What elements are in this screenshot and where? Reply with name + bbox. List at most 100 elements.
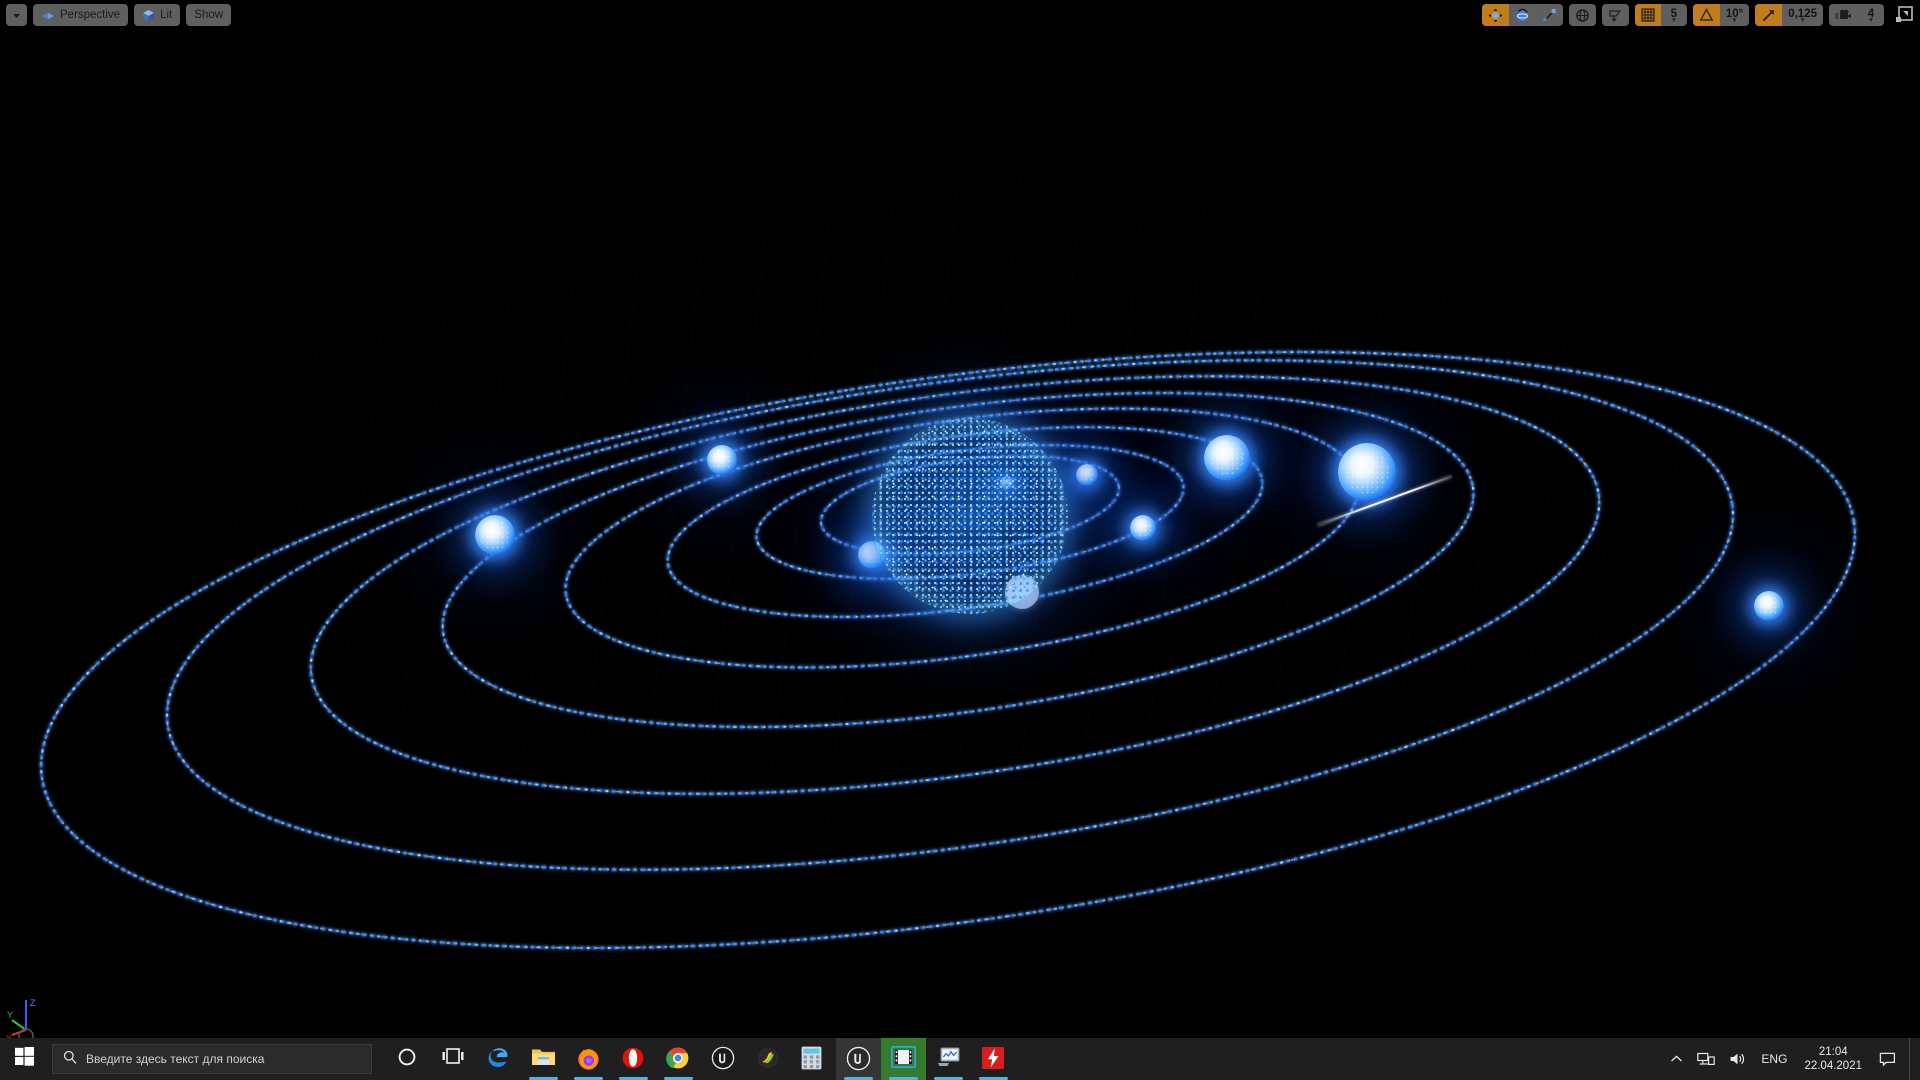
monitor-chart-icon	[936, 1046, 962, 1072]
star-rim-glow	[872, 418, 1068, 614]
search-input[interactable]: Введите здесь текст для поиска	[52, 1044, 372, 1074]
planet-orb-mid-right[interactable]	[1130, 515, 1156, 541]
grid-snap-group: 5 ▾	[1634, 4, 1687, 26]
angle-snap-value[interactable]: 10° ▾	[1720, 4, 1749, 26]
edge-icon	[486, 1046, 512, 1072]
search-placeholder: Введите здесь текст для поиска	[86, 1052, 265, 1066]
tray-language[interactable]: ENG	[1754, 1038, 1794, 1080]
orb-speckle-texture	[1757, 594, 1781, 618]
edge-button[interactable]	[476, 1038, 521, 1080]
rotate-tool-button[interactable]	[1509, 4, 1536, 26]
coordinate-system-button[interactable]	[1569, 4, 1596, 26]
chevron-down-icon: ▾	[1869, 16, 1873, 24]
scale-tool-button[interactable]	[1536, 4, 1563, 26]
file-explorer-button[interactable]	[521, 1038, 566, 1080]
firefox-button[interactable]	[566, 1038, 611, 1080]
grid-snap-value[interactable]: 5 ▾	[1661, 4, 1687, 26]
tray-date: 22.04.2021	[1804, 1060, 1862, 1072]
camera-speed-group: 4 ▾	[1829, 4, 1884, 26]
unreal-editor-button[interactable]	[836, 1038, 881, 1080]
chevron-down-icon: ▾	[1732, 16, 1737, 24]
scale-snap-icon	[1761, 8, 1776, 23]
firefox-icon	[576, 1046, 602, 1072]
view-mode-perspective-button[interactable]: Perspective	[33, 4, 129, 26]
coordinate-system-group	[1568, 4, 1596, 26]
lit-mode-button[interactable]: Lit	[134, 4, 181, 26]
unreal-logo-icon	[711, 1046, 737, 1072]
scale-arrow-icon	[1542, 8, 1557, 23]
orb-speckle-texture	[1344, 449, 1390, 495]
move-arrows-icon	[1488, 8, 1503, 23]
view-mode-label: Perspective	[60, 9, 121, 21]
planet-orb-upper-right[interactable]	[1204, 435, 1250, 481]
task-manager-button[interactable]	[926, 1038, 971, 1080]
planet-orb-far-right[interactable]	[1338, 443, 1396, 501]
angle-snap-group: 10° ▾	[1692, 4, 1750, 26]
chevron-down-icon: ▾	[1800, 16, 1805, 24]
cortana-circle-icon	[396, 1046, 422, 1072]
show-flags-button[interactable]: Show	[186, 4, 232, 26]
chrome-icon	[665, 1046, 692, 1072]
tray-overflow-chevron[interactable]	[1663, 1038, 1690, 1080]
select-move-tool-button[interactable]	[1481, 4, 1509, 26]
planet-orb-inner-right[interactable]	[1076, 464, 1098, 486]
chevron-down-icon: ▾	[1672, 16, 1676, 24]
chrome-button[interactable]	[656, 1038, 701, 1080]
tray-clock[interactable]: 21:04 22.04.2021	[1794, 1038, 1872, 1080]
windows-taskbar: Введите здесь текст для поиска ENG 21:04…	[0, 1038, 1920, 1080]
tray-network-icon[interactable]	[1690, 1038, 1722, 1080]
planet-orb-upper-left[interactable]	[707, 445, 737, 475]
flash-app-button[interactable]	[971, 1038, 1016, 1080]
orb-speckle-texture	[1078, 466, 1096, 484]
taskbar-app-list	[386, 1038, 1016, 1080]
surface-snap-icon	[1608, 8, 1623, 23]
orb-speckle-texture	[1133, 518, 1153, 538]
start-button[interactable]	[0, 1038, 48, 1080]
tray-volume-icon[interactable]	[1722, 1038, 1754, 1080]
fl-studio-button[interactable]	[746, 1038, 791, 1080]
planet-orb-edge-right[interactable]	[1754, 591, 1784, 621]
viewport-toolbar-left: Perspective Lit Show	[6, 4, 232, 26]
show-desktop-button[interactable]	[1909, 1038, 1918, 1080]
show-flags-label: Show	[194, 9, 224, 21]
video-editor-button[interactable]	[881, 1038, 926, 1080]
angle-snap-toggle[interactable]	[1692, 4, 1720, 26]
windows-logo-icon	[14, 1047, 34, 1071]
fl-studio-icon	[756, 1046, 782, 1072]
central-particle-star[interactable]	[872, 418, 1068, 614]
grid-snap-toggle[interactable]	[1634, 4, 1661, 26]
axis-label-y: Y	[7, 1010, 13, 1020]
folder-icon	[531, 1046, 557, 1072]
calculator-button[interactable]	[791, 1038, 836, 1080]
angle-icon	[1699, 8, 1714, 22]
surface-snap-group	[1601, 4, 1629, 26]
scale-snap-value[interactable]: 0,125 ▾	[1782, 4, 1823, 26]
orb-speckle-texture	[1209, 440, 1245, 476]
search-icon	[63, 1050, 77, 1069]
perspective-camera-icon	[41, 9, 55, 21]
system-tray: ENG 21:04 22.04.2021	[1663, 1038, 1920, 1080]
unreal-launcher-button[interactable]	[701, 1038, 746, 1080]
editor-viewport[interactable]: Z Y X Perspective	[0, 0, 1920, 1060]
calculator-icon	[801, 1046, 827, 1072]
axis-label-z: Z	[30, 998, 36, 1008]
camera-speed-value[interactable]: 4 ▾	[1858, 4, 1884, 26]
transform-tool-group	[1481, 4, 1563, 26]
opera-button[interactable]	[611, 1038, 656, 1080]
tray-time: 21:04	[1818, 1046, 1848, 1058]
rotate-sphere-icon	[1515, 8, 1530, 23]
lightning-bolt-icon	[981, 1046, 1007, 1072]
tray-notifications[interactable]	[1872, 1038, 1903, 1080]
planet-orb-left-far[interactable]	[475, 515, 515, 555]
viewport-toolbar-right: 5 ▾ 10° ▾ 0,125 ▾ 4 ▾	[1481, 4, 1914, 26]
surface-snap-button[interactable]	[1602, 4, 1629, 26]
lit-mode-label: Lit	[160, 9, 173, 21]
task-view-button[interactable]	[431, 1038, 476, 1080]
viewport-options-menu-button[interactable]	[6, 4, 27, 26]
opera-icon	[621, 1046, 647, 1072]
tray-language-label: ENG	[1761, 1052, 1788, 1066]
maximize-viewport-button[interactable]	[1894, 5, 1914, 25]
scale-snap-toggle[interactable]	[1755, 4, 1783, 26]
cortana-button[interactable]	[386, 1038, 431, 1080]
camera-speed-toggle[interactable]	[1829, 4, 1858, 26]
